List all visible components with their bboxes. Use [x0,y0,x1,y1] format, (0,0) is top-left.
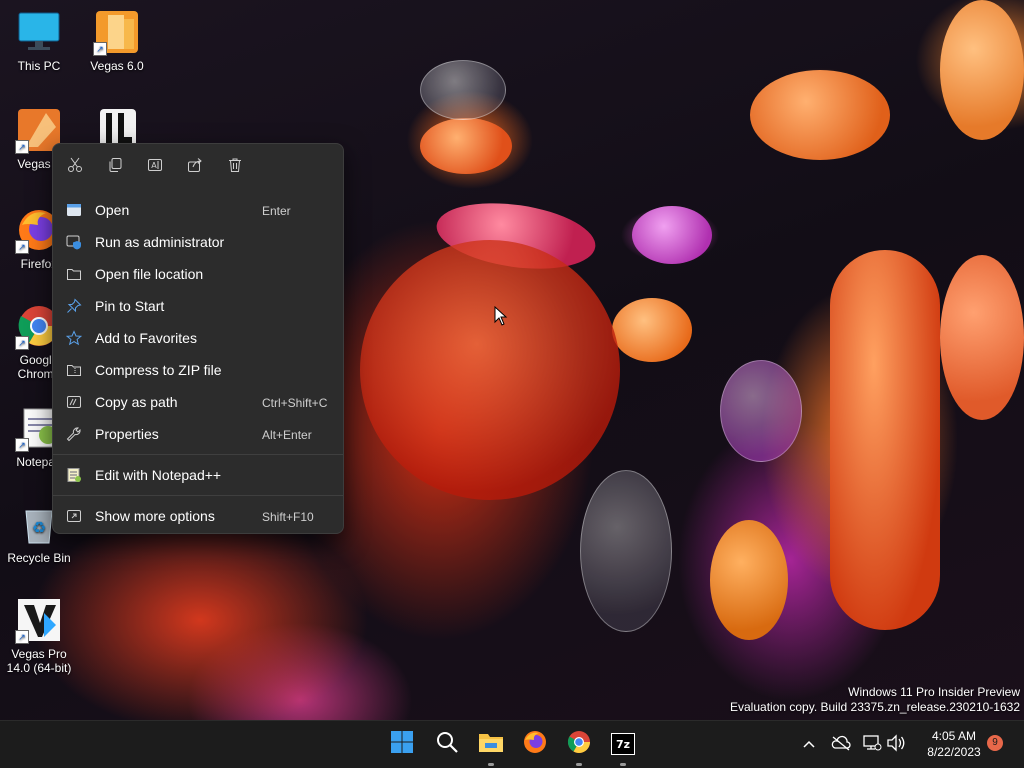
shortcut-arrow-icon: ↗ [15,438,29,452]
windows-watermark: Windows 11 Pro Insider Preview Evaluatio… [730,685,1020,714]
open-icon [66,202,82,218]
cut-icon [67,157,83,178]
chevron-up-icon [802,736,816,754]
wallpaper-blob [830,250,940,630]
menu-item-add-to-favorites[interactable]: Add to Favorites [57,323,339,353]
menu-item-open[interactable]: Open Enter [57,195,339,225]
wallpaper-blob [612,298,692,362]
rename-icon: A [147,157,163,178]
wallpaper-blob [940,0,1024,140]
start-button[interactable] [389,730,415,759]
pin-icon [66,298,82,314]
shortcut-arrow-icon: ↗ [93,42,107,56]
delete-button[interactable] [223,155,247,179]
menu-item-edit-with-notepad-plus-plus[interactable]: Edit with Notepad++ [57,460,339,490]
file-explorer-button[interactable] [478,731,504,757]
svg-text:♻: ♻ [32,518,46,537]
volume-button[interactable] [886,733,906,757]
taskbar: 7z 4:05 AM 8/22/2023 [0,720,1024,768]
shortcut-arrow-icon: ↗ [15,630,29,644]
wallpaper-blob [360,240,620,500]
menu-item-pin-to-start[interactable]: Pin to Start [57,291,339,321]
svg-text:A: A [151,161,157,170]
wallpaper-blob [420,118,512,174]
menu-item-copy-as-path[interactable]: Copy as path Ctrl+Shift+C [57,387,339,417]
wallpaper-blob [580,470,672,632]
zip-icon [66,362,82,378]
star-icon [66,330,82,346]
network-icon [862,734,882,757]
network-button[interactable] [862,734,882,757]
clock-date: 8/22/2023 [927,745,981,759]
menu-item-show-more-options[interactable]: Show more options Shift+F10 [57,501,339,531]
wallpaper-blob [940,255,1024,420]
desktop-icon-vegas-6[interactable]: ↗ Vegas 6.0 [80,8,154,73]
menu-item-run-as-administrator[interactable]: Run as administrator [57,227,339,257]
chrome-running-indicator [576,763,582,766]
wallpaper-blob [632,206,712,264]
firefox-icon [523,730,547,759]
monitor-icon [15,8,63,56]
wallpaper-blob [720,360,802,462]
7zip-icon: 7z [611,733,635,755]
share-icon [187,157,203,178]
menu-separator [53,454,343,455]
firefox-taskbar-button[interactable] [522,730,548,759]
folder-icon [66,266,82,282]
search-button[interactable] [434,731,460,757]
7zip-running-indicator [620,763,626,766]
context-menu-toolbar: A [53,144,343,190]
desktop-icon-this-pc[interactable]: This PC [2,8,76,73]
7zip-taskbar-button[interactable]: 7z [610,731,636,757]
cut-button[interactable] [63,155,87,179]
wallpaper-blob [710,520,788,640]
notification-badge[interactable]: 9 [987,735,1003,751]
wallpaper-blob [420,60,506,120]
start-icon [390,730,414,759]
mouse-cursor-icon [494,305,508,331]
taskbar-clock[interactable]: 4:05 AM 8/22/2023 [916,728,992,760]
speaker-icon [886,733,906,757]
vegas-app-icon: ↗ [93,8,141,56]
file-explorer-icon [478,730,504,759]
menu-item-properties[interactable]: Properties Alt+Enter [57,419,339,449]
file-explorer-running-indicator [488,763,494,766]
shortcut-arrow-icon: ↗ [15,336,29,350]
copy-icon [107,157,123,178]
wallpaper-blob [750,70,890,160]
context-menu: A Open Enter Run as administrator Open f… [52,143,344,534]
notepad-icon [66,467,82,483]
more-options-icon [66,508,82,524]
chrome-taskbar-button[interactable] [566,730,592,759]
rename-button[interactable]: A [143,155,167,179]
search-icon [435,730,459,759]
wrench-icon [66,426,82,442]
shield-icon [66,234,82,250]
shortcut-arrow-icon: ↗ [15,240,29,254]
onedrive-button[interactable] [831,735,851,755]
copy-button[interactable] [103,155,127,179]
desktop-icon-vegas-pro-14[interactable]: ↗ Vegas Pro 14.0 (64-bit) [2,596,76,675]
share-button[interactable] [183,155,207,179]
chrome-icon [567,730,591,759]
vegas-pro-icon: ↗ [15,596,63,644]
path-icon [66,394,82,410]
show-hidden-icons-button[interactable] [799,735,819,755]
menu-item-compress-to-zip[interactable]: Compress to ZIP file [57,355,339,385]
delete-icon [227,157,243,178]
menu-item-open-file-location[interactable]: Open file location [57,259,339,289]
clock-time: 4:05 AM [931,729,977,743]
menu-separator [53,495,343,496]
cloud-offline-icon [831,735,851,756]
shortcut-arrow-icon: ↗ [15,140,29,154]
